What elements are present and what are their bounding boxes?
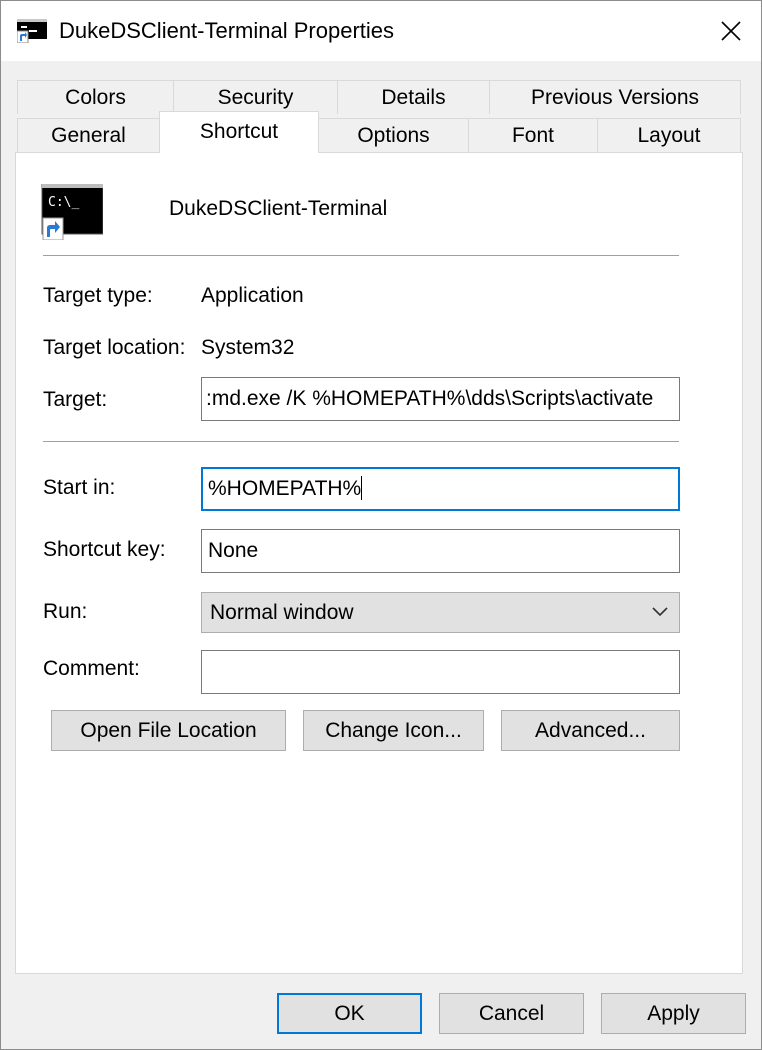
comment-label: Comment: (43, 657, 140, 680)
tab-colors[interactable]: Colors (17, 80, 174, 114)
button-label: Advanced... (535, 719, 646, 742)
shortcut-key-label: Shortcut key: (43, 538, 166, 561)
tab-general[interactable]: General (17, 118, 160, 152)
target-input-text: :md.exe /K %HOMEPATH%\dds\Scripts\activa… (206, 387, 654, 410)
divider (43, 441, 679, 443)
console-prompt-text: C:\_ (48, 195, 79, 210)
button-label: OK (334, 1002, 365, 1025)
tab-label: Options (357, 124, 430, 147)
cancel-button[interactable]: Cancel (439, 993, 584, 1034)
start-in-input[interactable]: %HOMEPATH% (201, 467, 680, 511)
close-button[interactable] (701, 1, 761, 61)
tab-label: Security (217, 86, 294, 109)
tab-label: Shortcut (199, 120, 279, 143)
tab-label: General (51, 124, 126, 147)
open-file-location-button[interactable]: Open File Location (51, 710, 286, 751)
tab-label: Colors (65, 86, 126, 109)
properties-window: DukeDSClient-Terminal Properties Colors … (0, 0, 762, 1050)
window-title: DukeDSClient-Terminal Properties (59, 18, 395, 43)
start-in-input-text: %HOMEPATH% (208, 477, 362, 500)
tab-label: Details (381, 86, 446, 109)
shortcut-name: DukeDSClient-Terminal (169, 197, 388, 220)
terminal-shortcut-icon (17, 19, 47, 43)
run-select-value: Normal window (210, 601, 354, 624)
tab-options[interactable]: Options (318, 118, 469, 152)
button-label: Change Icon... (325, 719, 462, 742)
start-in-label: Start in: (43, 476, 116, 499)
tab-layout[interactable]: Layout (597, 118, 741, 152)
apply-button[interactable]: Apply (601, 993, 746, 1034)
tab-font[interactable]: Font (468, 118, 598, 152)
target-type-label: Target type: (43, 284, 153, 307)
tab-security[interactable]: Security (173, 80, 338, 114)
tab-label: Previous Versions (530, 86, 700, 109)
title-bar[interactable]: DukeDSClient-Terminal Properties (1, 1, 761, 61)
target-input[interactable]: :md.exe /K %HOMEPATH%\dds\Scripts\activa… (201, 377, 680, 421)
tab-details[interactable]: Details (337, 80, 490, 114)
run-label: Run: (43, 600, 88, 623)
target-label: Target: (43, 388, 108, 411)
close-icon (721, 21, 741, 41)
tab-shortcut[interactable]: Shortcut (159, 111, 319, 153)
comment-input[interactable] (201, 650, 680, 694)
target-type-value: Application (201, 284, 304, 307)
run-select[interactable]: Normal window (201, 592, 680, 633)
tab-previous-versions[interactable]: Previous Versions (489, 80, 741, 114)
ok-button[interactable]: OK (277, 993, 422, 1034)
text-caret (361, 475, 363, 500)
target-location-value: System32 (201, 336, 295, 359)
advanced-button[interactable]: Advanced... (501, 710, 680, 751)
divider (43, 255, 679, 257)
target-location-label: Target location: (43, 336, 186, 359)
tab-label: Font (511, 124, 555, 147)
button-label: Apply (647, 1002, 700, 1025)
button-label: Open File Location (80, 719, 257, 742)
chevron-down-icon (652, 607, 668, 617)
console-app-icon: C:\_ (41, 184, 103, 240)
change-icon-button[interactable]: Change Icon... (303, 710, 484, 751)
tab-label: Layout (637, 124, 701, 147)
shortcut-key-input[interactable]: None (201, 529, 680, 573)
shortcut-key-input-text: None (208, 539, 259, 562)
button-label: Cancel (478, 1002, 545, 1025)
